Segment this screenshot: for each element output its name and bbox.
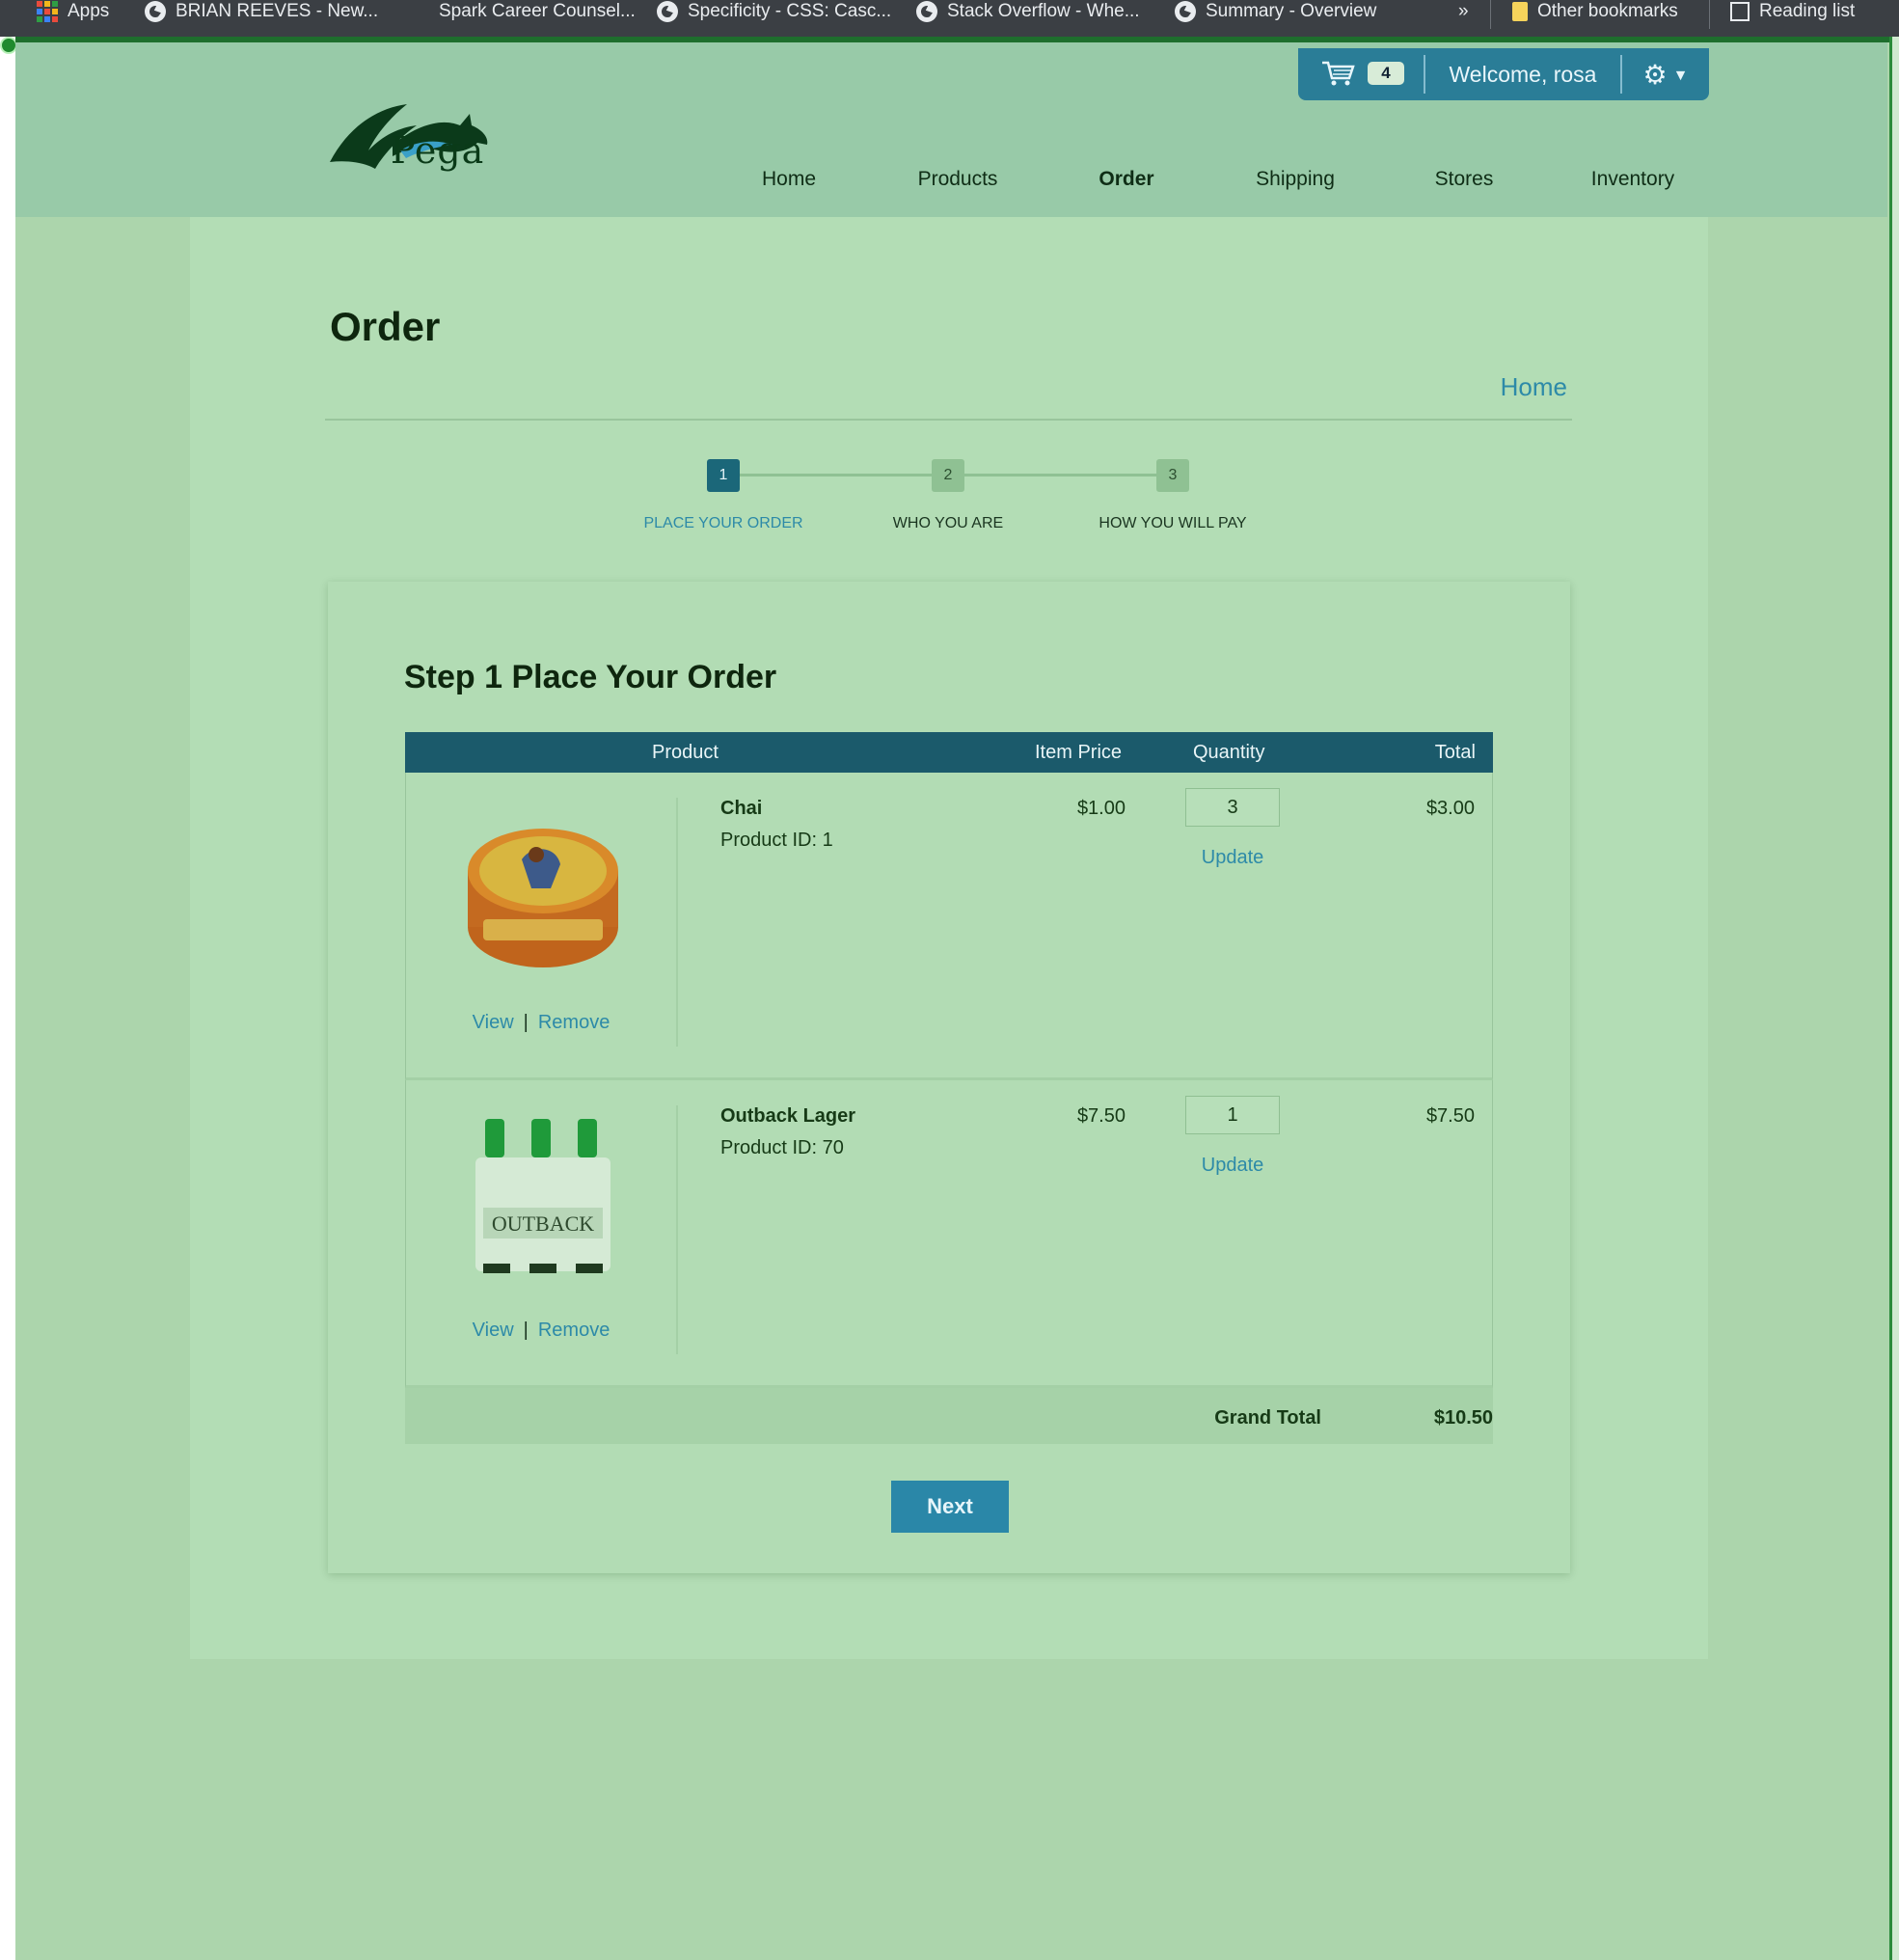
settings-menu-button[interactable]: ⚙ ▼ [1622,48,1709,100]
bookmark-item[interactable]: BRIAN REEVES - New... [145,0,378,23]
table-header: Product Item Price Quantity Total [405,732,1493,773]
breadcrumb-home-link[interactable]: Home [1501,372,1567,402]
row-actions: View | Remove [472,1012,610,1033]
quantity-input[interactable] [1185,1096,1280,1134]
line-total: $7.50 [1425,1105,1475,1127]
reading-list[interactable]: Reading list [1730,0,1855,23]
column-header-price: Item Price [1035,742,1123,763]
column-header-product: Product [652,742,719,763]
item-price: $1.00 [1076,798,1126,819]
nav-home[interactable]: Home [762,168,816,191]
product-id: Product ID: 1 [720,830,833,851]
overflow-chevron-icon: » [1458,1,1469,21]
table-row: OUTBACK View | Remove Outback Lager Produc… [405,1080,1493,1388]
page-title: Order [330,304,441,349]
bookmarks-overflow-button[interactable]: » [1458,0,1469,23]
bookmark-item[interactable]: Stack Overflow - Whe... [916,0,1140,23]
bookmarks-bar: Apps BRIAN REEVES - New... Spark Career … [0,0,1899,37]
column-header-quantity: Quantity [1193,742,1265,763]
apps-grid-icon [37,1,58,22]
view-link[interactable]: View [473,1320,514,1341]
grand-total-row: Grand Total $10.50 [405,1388,1493,1444]
cart-button[interactable]: 4 [1298,48,1424,100]
line-total: $3.00 [1425,798,1475,819]
nav-products[interactable]: Products [918,168,998,191]
order-card: Step 1 Place Your Order Product Item Pri… [328,582,1570,1573]
column-header-total: Total [1434,742,1476,763]
scrollbar[interactable] [1889,37,1899,1960]
bookmark-label: BRIAN REEVES - New... [176,1,379,21]
bookmark-item[interactable]: Specificity - CSS: Casc... [657,0,891,23]
globe-icon [657,1,678,22]
other-bookmarks-label: Other bookmarks [1537,1,1678,21]
nav-stores[interactable]: Stores [1435,168,1494,191]
order-table: Product Item Price Quantity Total View | R [405,732,1493,1444]
step-heading: Step 1 Place Your Order [404,659,777,695]
bookmark-label: Specificity - CSS: Casc... [688,1,892,21]
folder-icon [1512,2,1528,21]
step-1-label: PLACE YOUR ORDER [643,515,803,531]
step-3-number[interactable]: 3 [1156,459,1189,492]
product-name: Chai [720,798,763,819]
product-id: Product ID: 70 [720,1137,844,1158]
user-toolbar: 4 Welcome, rosa ⚙ ▼ [1298,48,1709,100]
table-row: View|Remove Chai Product ID: 1 $1.00 Upd… [405,773,1493,1080]
remove-link[interactable]: Remove [538,1012,610,1033]
grand-total-label: Grand Total [1214,1407,1321,1429]
globe-icon [145,1,166,22]
divider [676,1105,678,1354]
chai-tin-image [468,829,618,967]
update-link[interactable]: Update [1185,847,1280,869]
bookmark-item[interactable]: Summary - Overview [1175,0,1376,23]
bookmark-label: Summary - Overview [1206,1,1377,21]
gear-icon: ⚙ [1642,59,1668,90]
divider [325,419,1572,421]
view-link[interactable]: View [473,1012,514,1033]
nav-shipping[interactable]: Shipping [1256,168,1335,191]
bookmark-item[interactable]: Spark Career Counsel... [439,0,636,23]
nav-order[interactable]: Order [1099,168,1153,191]
shopping-cart-icon [1322,61,1355,86]
reading-list-icon [1730,2,1750,21]
logo-text: Pega [391,129,485,172]
site-header: Pega 4 Welcome, rosa ⚙ ▼ Home Products O… [15,42,1887,217]
divider [1709,0,1710,29]
bookmark-label: Apps [68,1,110,21]
divider [1490,0,1491,29]
grand-total-value: $10.50 [1433,1407,1493,1429]
beer-sixpack-image: OUTBACK [475,1119,610,1273]
step-3-label: HOW YOU WILL PAY [1099,515,1247,531]
main-content: Order Home 1 2 3 PLACE YOUR ORDER WHO YO… [190,217,1708,1659]
next-button[interactable]: Next [891,1481,1009,1533]
step-2-label: WHO YOU ARE [892,515,1004,531]
divider [676,798,678,1047]
step-2-number[interactable]: 2 [932,459,964,492]
cart-count-badge: 4 [1368,62,1404,85]
step-1-number[interactable]: 1 [707,459,740,492]
update-link[interactable]: Update [1185,1155,1280,1177]
svg-text:OUTBACK: OUTBACK [492,1211,594,1236]
product-name: Outback Lager [720,1105,856,1127]
order-steps: 1 2 3 PLACE YOUR ORDER WHO YOU ARE HOW Y… [190,455,1708,552]
remove-link[interactable]: Remove [538,1320,610,1341]
item-price: $7.50 [1076,1105,1126,1127]
other-bookmarks[interactable]: Other bookmarks [1512,0,1678,23]
welcome-message[interactable]: Welcome, rosa [1425,62,1620,88]
chevron-down-icon: ▼ [1672,68,1689,84]
bookmark-apps[interactable]: Apps [37,0,109,23]
window-edge [0,37,17,1960]
globe-icon [1175,1,1196,22]
quantity-input[interactable] [1185,788,1280,827]
row-actions: View | Remove [472,1320,610,1341]
globe-icon [916,1,937,22]
bookmark-label: Spark Career Counsel... [439,1,636,21]
nav-inventory[interactable]: Inventory [1591,168,1674,191]
reading-list-label: Reading list [1759,1,1856,21]
bookmark-label: Stack Overflow - Whe... [947,1,1140,21]
